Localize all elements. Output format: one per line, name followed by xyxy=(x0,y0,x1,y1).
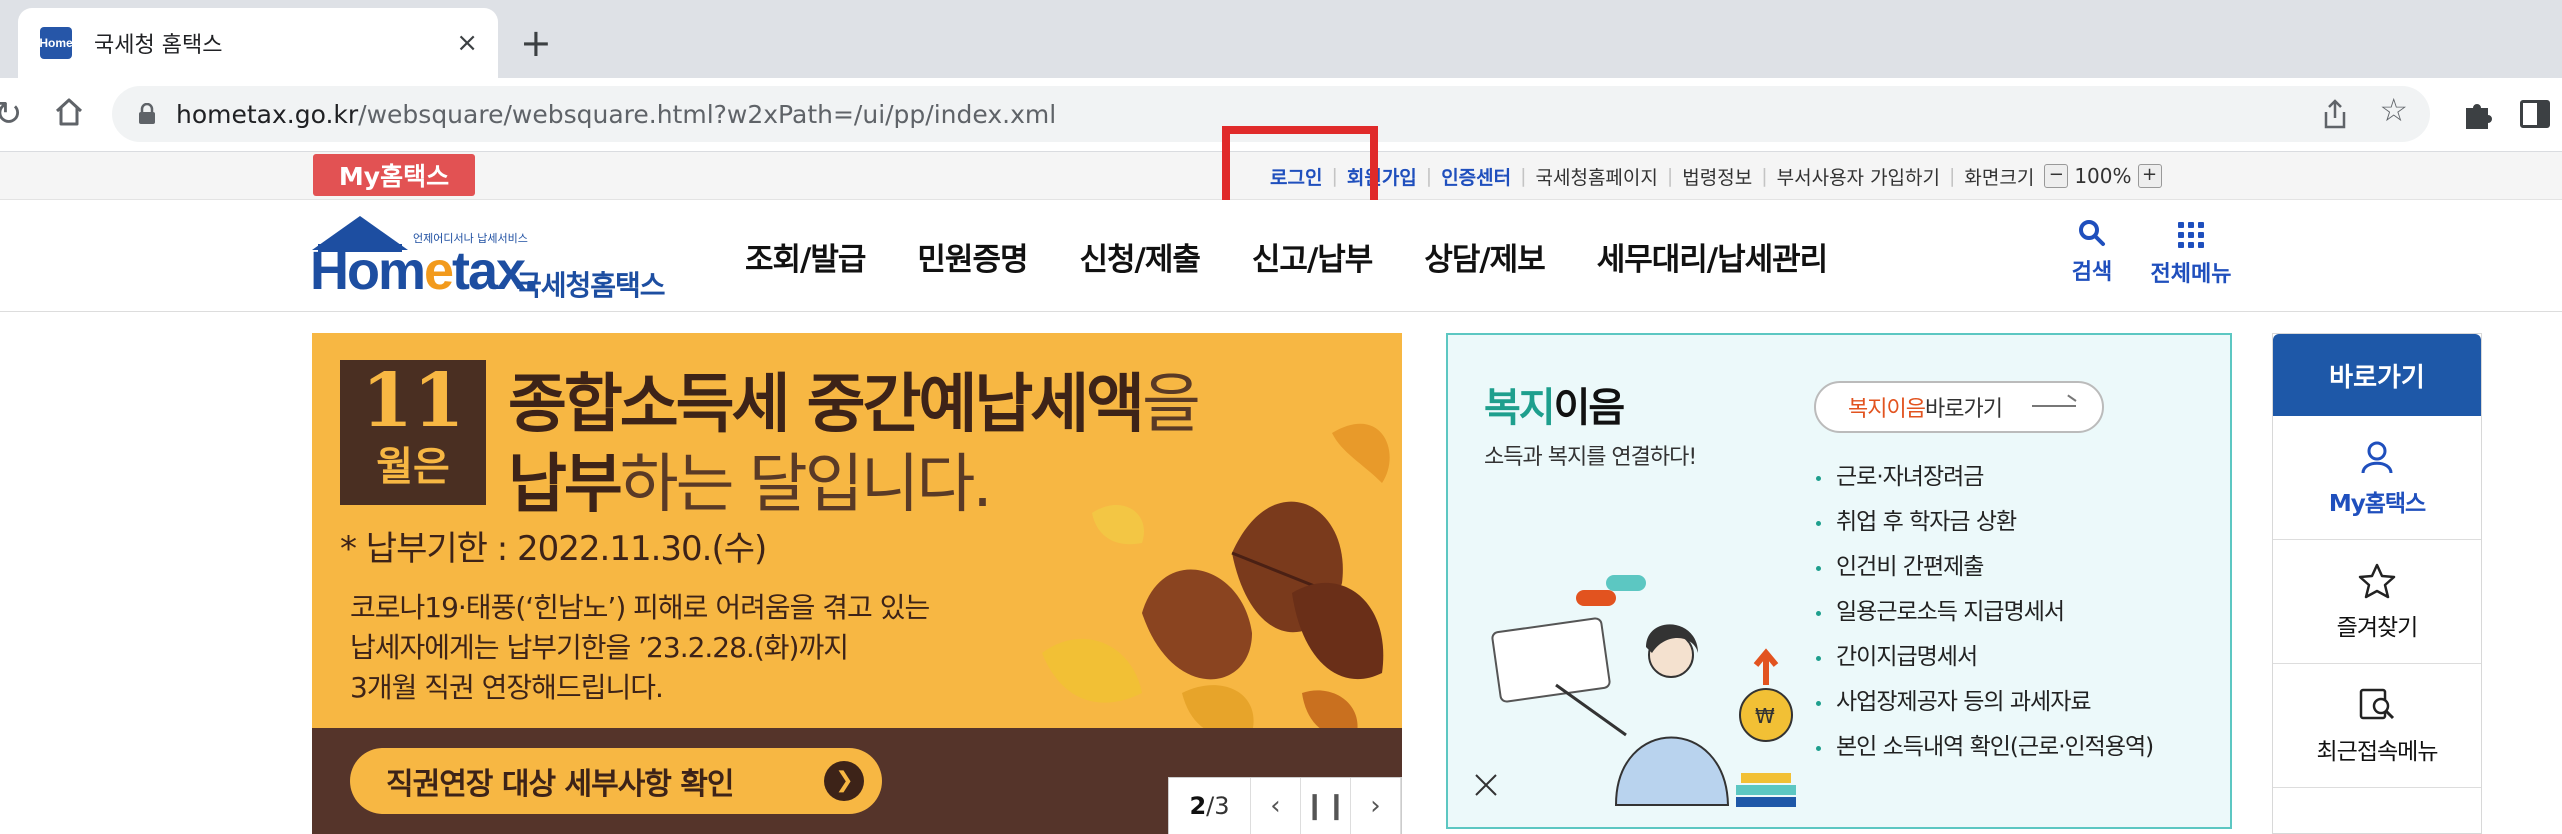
banner-month-number: 11 xyxy=(361,358,465,444)
separator: | xyxy=(1520,165,1527,187)
side-panel-icon[interactable] xyxy=(2520,100,2550,128)
logo-wordmark: Hometax. xyxy=(310,241,539,301)
logo-korean-name: 국세청홈택스 xyxy=(516,269,666,302)
separator: | xyxy=(1666,165,1674,187)
arrow-right-icon xyxy=(2031,405,2076,407)
browser-tabstrip: Home 국세청 홈택스 × + xyxy=(0,0,2562,78)
welfare-item[interactable]: 인건비 간편제출 xyxy=(1814,545,2153,590)
quick-item-recent-menu[interactable]: 최근접속메뉴 xyxy=(2273,664,2481,788)
welfare-title: 복지이음 xyxy=(1484,385,1625,431)
star-icon xyxy=(2358,563,2396,598)
separator: | xyxy=(1425,165,1433,187)
pager-next-chevron-icon[interactable]: › xyxy=(1351,778,1401,834)
hometax-logo[interactable]: 언제어디서나 납세서비스 Hometax. 국세청홈택스 xyxy=(310,214,680,304)
welfare-item[interactable]: 근로·자녀장려금 xyxy=(1814,455,2153,500)
pager-pause-icon[interactable]: ❙❙ xyxy=(1301,778,1351,834)
home-icon[interactable] xyxy=(52,95,86,129)
all-menu-label: 전체메뉴 xyxy=(2150,262,2232,287)
banner-cta-label: 직권연장 대상 세부사항 확인 xyxy=(386,767,735,802)
extensions-puzzle-icon[interactable] xyxy=(2460,98,2494,132)
nav-item-inquiry[interactable]: 조회/발급 xyxy=(745,234,866,279)
welfare-item[interactable]: 간이지급명세서 xyxy=(1814,635,2153,680)
welfare-item[interactable]: 사업장제공자 등의 과세자료 xyxy=(1814,680,2153,725)
welfare-link-card: 복지이음 소득과 복지를 연결하다! 복지이음 바로가기 근로·자녀장려금 취업… xyxy=(1446,333,2232,829)
welfare-item[interactable]: 취업 후 학자금 상환 xyxy=(1814,500,2153,545)
nts-homepage-link[interactable]: 국세청홈페이지 xyxy=(1536,163,1658,190)
separator: | xyxy=(1761,165,1768,187)
welfare-list: 근로·자녀장려금 취업 후 학자금 상환 인건비 간편제출 일용근로소득 지급명… xyxy=(1814,455,2154,770)
banner-headline-2: 납부하는 달입니다. xyxy=(508,448,993,522)
svg-text:₩: ₩ xyxy=(1755,704,1775,728)
welfare-item[interactable]: 일용근로소득 지급명세서 xyxy=(1814,590,2153,635)
search-icon xyxy=(2079,220,2105,246)
dept-user-signup-link[interactable]: 부서사용자 가입하기 xyxy=(1777,163,1940,190)
quick-menu: 바로가기 My홈택스 즐겨찾기 최근접속메뉴 xyxy=(2272,333,2482,834)
separator: | xyxy=(1949,165,1956,187)
url-text: hometax.go.kr/websquare/websquare.html?w… xyxy=(176,99,1057,129)
util-links: 로그인 | 회원가입 | 인증센터 | 국세청홈페이지 | 법령정보 | 부서사… xyxy=(1270,152,2162,200)
main-nav: 조회/발급 민원증명 신청/제출 신고/납부 상담/제보 세무대리/납세관리 xyxy=(745,200,1828,312)
quick-item-my-hometax[interactable]: My홈택스 xyxy=(2273,416,2481,540)
welfare-go-button[interactable]: 복지이음 바로가기 xyxy=(1814,381,2104,433)
bookmark-star-icon[interactable]: ☆ xyxy=(2379,94,2408,126)
zoom-out-button[interactable]: − xyxy=(2044,164,2069,188)
search-label: 검색 xyxy=(2071,260,2113,285)
pager-count: 2/3 xyxy=(1169,778,1251,834)
nav-item-certificates[interactable]: 민원증명 xyxy=(917,234,1028,279)
welfare-item[interactable]: 본인 소득내역 확인(근로·인적용역) xyxy=(1814,725,2154,770)
banner-month-box: 11 월은 xyxy=(340,360,486,505)
nav-item-consultation[interactable]: 상담/제보 xyxy=(1424,234,1545,279)
banner-month-unit: 월은 xyxy=(376,444,450,490)
grid-menu-icon xyxy=(2146,222,2236,248)
quick-item-label: 즐겨찾기 xyxy=(2336,614,2419,641)
tab-title: 국세청 홈택스 xyxy=(94,33,223,58)
chevron-right-icon: ❯ xyxy=(824,761,864,801)
my-hometax-badge[interactable]: My홈택스 xyxy=(313,154,475,196)
quick-item-label: 최근접속메뉴 xyxy=(2316,738,2439,765)
main-banner[interactable]: 11 월은 종합소득세 중간예납세액을 납부하는 달입니다. * 납부기한 : … xyxy=(312,333,1402,834)
new-tab-icon[interactable]: + xyxy=(520,24,552,62)
hometax-favicon-icon: Home xyxy=(39,27,73,59)
banner-pager: 2/3 ‹ ❙❙ › xyxy=(1168,777,1402,834)
site-header: 언제어디서나 납세서비스 Hometax. 국세청홈택스 조회/발급 민원증명 … xyxy=(0,200,2562,312)
nav-item-application[interactable]: 신청/제출 xyxy=(1080,234,1201,279)
woman-with-coin-illustration: ₩ xyxy=(1475,575,1796,807)
cert-center-link[interactable]: 인증센터 xyxy=(1441,163,1511,190)
quick-item-label: My홈택스 xyxy=(2328,490,2426,517)
autumn-leaves-illustration xyxy=(1042,423,1390,737)
law-info-link[interactable]: 법령정보 xyxy=(1682,163,1752,190)
header-search-button[interactable]: 검색 xyxy=(2062,218,2122,286)
screen-size-label: 화면크기 xyxy=(1964,166,2035,189)
close-tab-icon[interactable]: × xyxy=(456,30,478,56)
lock-icon xyxy=(139,103,155,124)
quick-item-favorites[interactable]: 즐겨찾기 xyxy=(2273,540,2481,664)
user-icon xyxy=(2361,441,2393,473)
banner-cta-button[interactable]: 직권연장 대상 세부사항 확인 ❯ xyxy=(350,748,882,814)
zoom-control: − 100% + xyxy=(2044,164,2162,188)
pager-prev-chevron-icon[interactable]: ‹ xyxy=(1251,778,1301,834)
reload-icon[interactable]: ↻ xyxy=(0,94,23,134)
banner-deadline: * 납부기한 : 2022.11.30.(수) xyxy=(340,529,767,569)
browser-tab[interactable]: Home 국세청 홈택스 × xyxy=(18,8,498,78)
banner-notice: 코로나19·태풍(‘힌남노’) 피해로 어려움을 겪고 있는 납세자에게는 납부… xyxy=(350,591,930,704)
share-icon[interactable] xyxy=(2320,98,2350,130)
quick-menu-title: 바로가기 xyxy=(2273,334,2481,416)
header-all-menu-button[interactable]: 전체메뉴 xyxy=(2146,218,2236,288)
recent-search-icon xyxy=(2359,688,2395,719)
welfare-subtitle: 소득과 복지를 연결하다! xyxy=(1484,445,1697,470)
nav-item-tax-agent[interactable]: 세무대리/납세관리 xyxy=(1597,234,1828,279)
zoom-value: 100% xyxy=(2074,164,2132,188)
zoom-in-button[interactable]: + xyxy=(2137,164,2162,188)
nav-item-filing-payment[interactable]: 신고/납부 xyxy=(1252,234,1373,279)
